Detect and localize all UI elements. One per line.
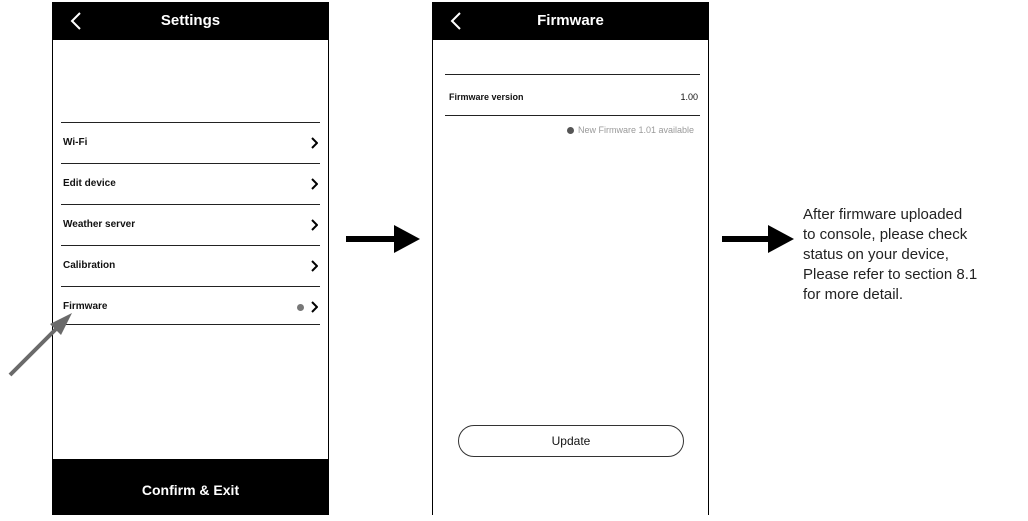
instruction-note: After firmware uploaded to console, plea… [803, 205, 1025, 305]
pointer-arrow-icon [8, 313, 72, 377]
note-line: Please refer to section 8.1 [803, 266, 978, 283]
note-line: for more detail. [803, 286, 904, 303]
right-arrow-icon [346, 225, 420, 253]
note-line: status on your device, [803, 246, 949, 263]
right-arrow-icon [722, 225, 794, 253]
note-line: After firmware uploaded [803, 206, 963, 223]
note-line: to console, please check [803, 226, 968, 243]
